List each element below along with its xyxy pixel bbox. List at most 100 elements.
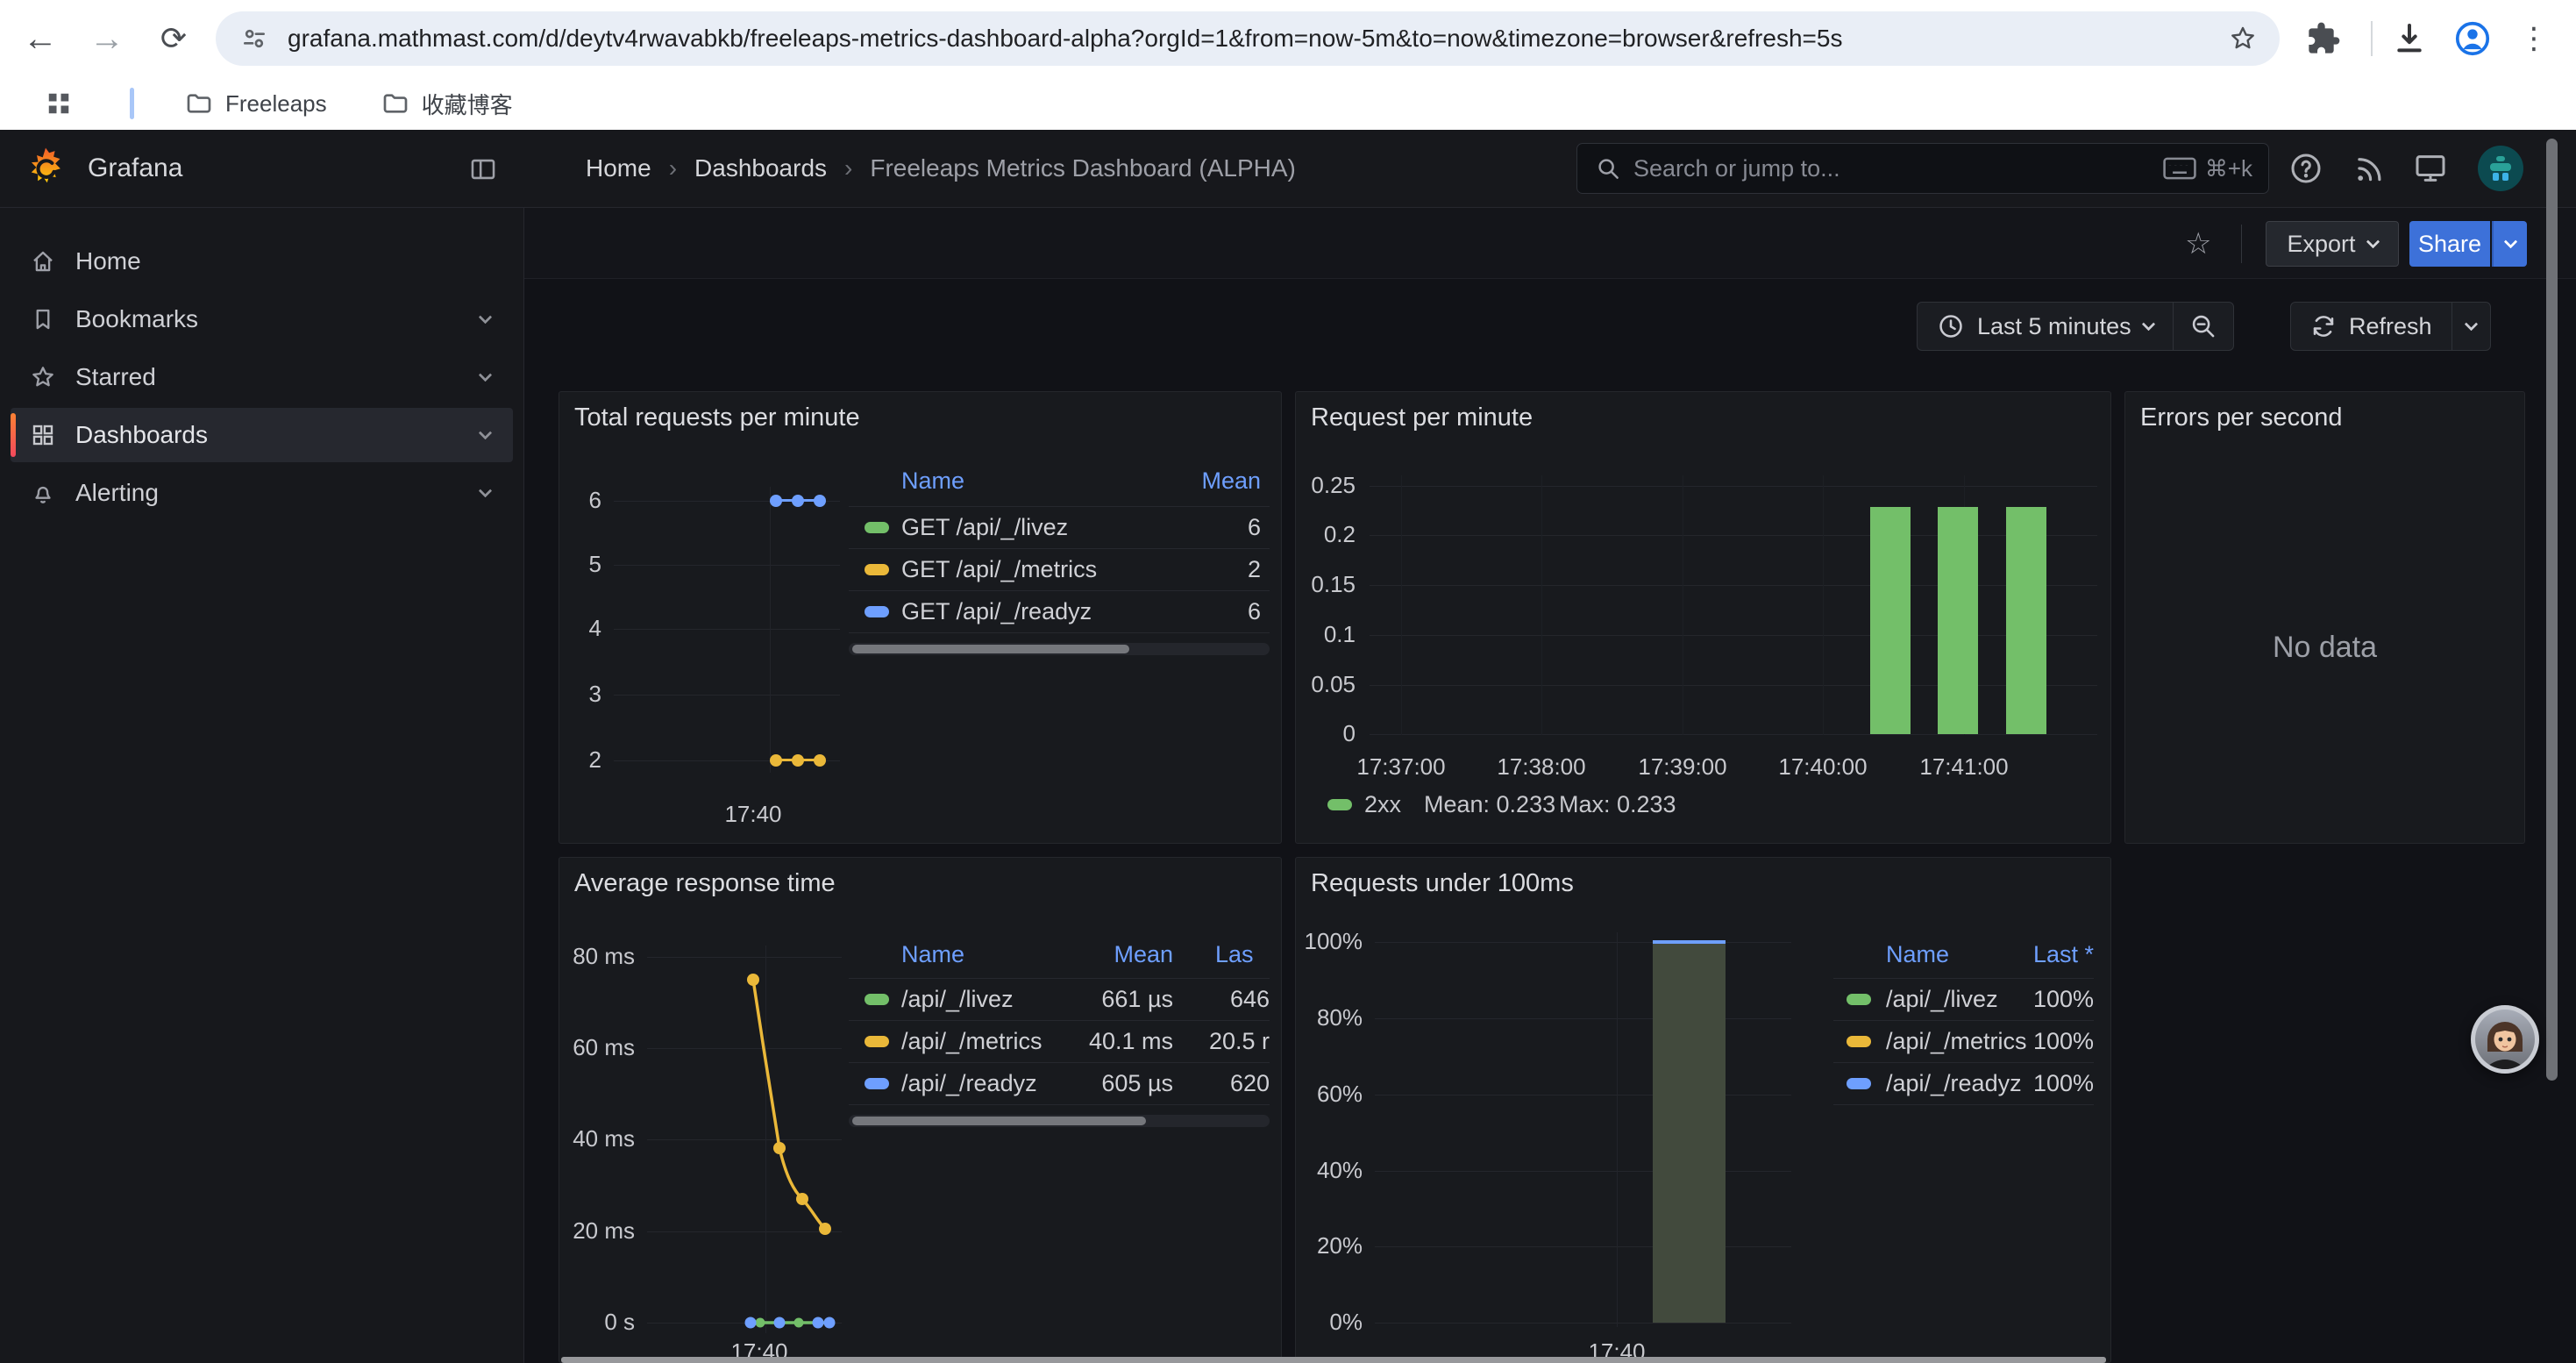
avatar-girl-icon [2475, 1010, 2535, 1069]
site-info-icon[interactable] [240, 25, 268, 53]
export-button[interactable]: Export [2266, 221, 2399, 267]
forward-icon[interactable]: → [81, 0, 133, 77]
zoom-out-button[interactable] [2174, 303, 2233, 350]
floating-avatar[interactable] [2471, 1005, 2539, 1074]
legend-name[interactable]: GET /api/_/readyz [901, 598, 1092, 625]
search-input[interactable]: Search or jump to... ⌘+k [1576, 143, 2269, 194]
legend-header-name[interactable]: Name [901, 941, 964, 968]
sidebar-item-bookmarks[interactable]: Bookmarks [11, 292, 513, 346]
bookmark-folder-blogs[interactable]: 收藏博客 [381, 88, 513, 120]
url-text[interactable]: grafana.mathmast.com/d/deytv4rwavabkb/fr… [288, 25, 1842, 53]
news-rss-icon[interactable] [2346, 130, 2392, 207]
bookmark-folder-freeleaps[interactable]: Freeleaps [185, 89, 327, 118]
bar-2xx[interactable] [2006, 507, 2046, 734]
x-tick: 17:37:00 [1348, 753, 1454, 781]
bookmark-star-icon[interactable] [2229, 25, 2257, 53]
bar-top-edge [1653, 940, 1726, 944]
horizontal-scrollbar[interactable] [561, 1357, 2106, 1363]
monitor-icon[interactable] [2408, 130, 2453, 207]
chevron-down-icon[interactable] [479, 310, 493, 324]
panel-title[interactable]: Total requests per minute [574, 403, 860, 432]
user-avatar[interactable] [2478, 146, 2523, 191]
legend-swatch[interactable] [865, 1078, 889, 1089]
legend-swatch[interactable] [865, 522, 889, 533]
legend-header-mean[interactable]: Mean [1085, 467, 1261, 495]
legend-name[interactable]: /api/_/livez [901, 986, 1014, 1013]
legend-last-value: 646 [1186, 986, 1270, 1013]
legend-swatch[interactable] [1847, 994, 1871, 1005]
toolbar-divider [2371, 21, 2373, 56]
legend-scrollbar[interactable] [849, 643, 1270, 655]
legend-swatch[interactable] [1847, 1036, 1871, 1047]
favorite-star-icon[interactable]: ☆ [2185, 221, 2211, 267]
y-tick: 6 [566, 487, 601, 514]
keyboard-icon [2163, 156, 2196, 181]
panel-title[interactable]: Request per minute [1311, 403, 1533, 432]
sidebar-item-home[interactable]: Home [11, 234, 513, 289]
y-tick: 2 [566, 746, 601, 774]
bar-2xx[interactable] [1938, 507, 1978, 734]
share-dropdown-button[interactable] [2492, 221, 2527, 267]
legend-value: 100% [1962, 1028, 2094, 1055]
dashboards-icon [30, 422, 56, 448]
bookmark-label: 收藏博客 [422, 88, 513, 120]
legend-header-last[interactable]: Las [1215, 941, 1254, 968]
chevron-down-icon[interactable] [479, 368, 493, 382]
refresh-button[interactable]: Refresh [2291, 303, 2451, 350]
legend-header-last[interactable]: Last * [1945, 941, 2094, 968]
bar-under-100ms[interactable] [1653, 942, 1726, 1323]
refresh-interval-dropdown[interactable] [2452, 303, 2490, 350]
vertical-scrollbar[interactable] [2546, 139, 2558, 1081]
legend-mean-value: 605 µs [1015, 1070, 1173, 1097]
back-icon[interactable]: ← [14, 0, 67, 77]
legend-scrollbar[interactable] [849, 1115, 1270, 1127]
legend-swatch[interactable] [865, 994, 889, 1005]
share-button[interactable]: Share [2409, 221, 2490, 267]
address-bar[interactable]: grafana.mathmast.com/d/deytv4rwavabkb/fr… [216, 11, 2280, 66]
clock-icon [1937, 312, 1965, 340]
y-tick: 0.25 [1299, 472, 1356, 499]
breadcrumb: Home › Dashboards › Freeleaps Metrics Da… [586, 130, 1296, 207]
legend-series[interactable]: 2xx [1364, 791, 1401, 818]
y-tick: 5 [566, 551, 601, 578]
chevron-down-icon[interactable] [479, 483, 493, 497]
sidebar-item-starred[interactable]: Starred [11, 350, 513, 404]
legend-swatch[interactable] [865, 564, 889, 575]
y-tick: 100% [1298, 928, 1363, 955]
legend-name[interactable]: GET /api/_/metrics [901, 556, 1097, 583]
apps-grid-icon[interactable] [46, 90, 72, 117]
grafana-logo[interactable] [23, 146, 68, 191]
panel-title[interactable]: Requests under 100ms [1311, 869, 1574, 898]
brand-title[interactable]: Grafana [88, 130, 182, 207]
time-range-button[interactable]: Last 5 minutes [1918, 303, 2173, 350]
legend-swatch[interactable] [1847, 1078, 1871, 1089]
sidebar-toggle-icon[interactable] [468, 154, 498, 184]
breadcrumb-home[interactable]: Home [586, 154, 651, 182]
profile-icon[interactable] [2453, 19, 2492, 58]
legend-name[interactable]: GET /api/_/livez [901, 514, 1068, 541]
legend-header-name[interactable]: Name [1886, 941, 1949, 968]
sidebar: Home Bookmarks Starred [0, 208, 524, 1363]
legend-swatch[interactable] [865, 606, 889, 617]
download-icon[interactable] [2392, 21, 2427, 56]
legend-swatch[interactable] [865, 1036, 889, 1047]
extensions-icon[interactable] [2306, 21, 2341, 56]
bar-2xx[interactable] [1870, 507, 1911, 734]
legend-last-value: 620 [1186, 1070, 1270, 1097]
sidebar-item-dashboards[interactable]: Dashboards [11, 408, 513, 462]
legend-swatch[interactable] [1327, 799, 1352, 810]
chevron-down-icon [2141, 317, 2155, 331]
help-icon[interactable] [2283, 130, 2329, 207]
legend-header-mean[interactable]: Mean [1015, 941, 1173, 968]
x-tick: 17:39:00 [1630, 753, 1735, 781]
chevron-down-icon[interactable] [479, 425, 493, 439]
panel-title[interactable]: Errors per second [2140, 403, 2343, 432]
y-tick: 60% [1298, 1081, 1363, 1108]
legend-header-name[interactable]: Name [901, 467, 964, 495]
refresh-icon [2310, 313, 2337, 339]
breadcrumb-dashboards[interactable]: Dashboards [694, 154, 827, 182]
y-tick: 0.1 [1299, 621, 1356, 648]
menu-dots-icon[interactable]: ⋮ [2508, 0, 2560, 77]
sidebar-item-alerting[interactable]: Alerting [11, 466, 513, 520]
reload-icon[interactable]: ⟳ [147, 0, 200, 77]
